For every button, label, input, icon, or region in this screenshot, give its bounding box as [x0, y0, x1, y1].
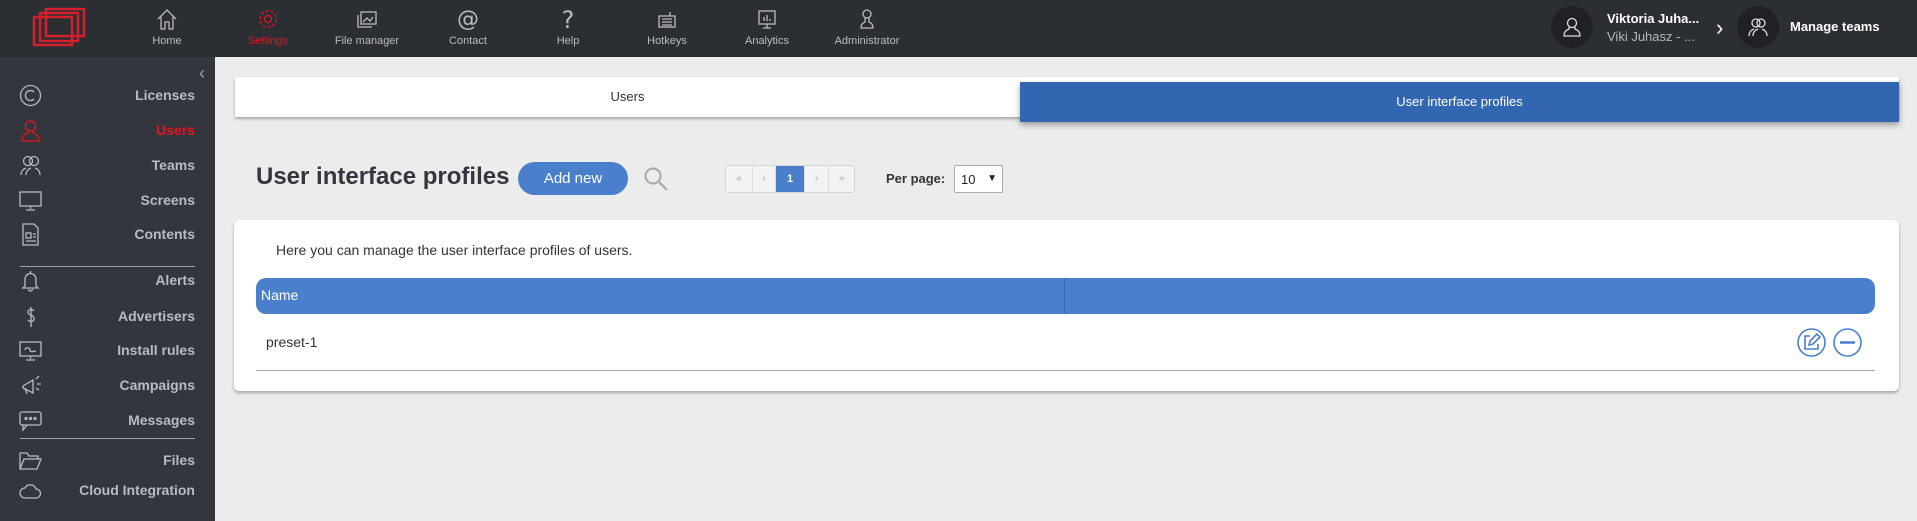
tab-user-interface-profiles[interactable]: User interface profiles [1020, 82, 1899, 122]
nav-settings[interactable]: Settings [223, 0, 313, 57]
description: Here you can manage the user interface p… [276, 242, 633, 258]
column-name[interactable]: Name [261, 287, 298, 303]
table-row-name: preset-1 [266, 334, 318, 350]
first-page-button[interactable]: « [726, 166, 753, 192]
svg-text:@: @ [457, 7, 479, 31]
row-divider [256, 370, 1875, 371]
folder-icon [19, 452, 42, 470]
prev-page-button[interactable]: ‹ [753, 166, 776, 192]
sidebar: ‹ Licenses Users Teams Screens Contents Alert… [0, 57, 215, 521]
edit-icon[interactable] [1797, 328, 1826, 357]
caret-down-icon: ▼ [987, 173, 997, 184]
sidebar-item-contents[interactable]: Contents [0, 219, 215, 249]
user-icon [21, 120, 40, 142]
sidebar-item-files[interactable]: Files [0, 445, 215, 475]
cloud-icon [19, 484, 42, 499]
document-icon [22, 223, 39, 246]
nav-contact[interactable]: @ Contact [423, 0, 513, 57]
svg-text:?: ? [562, 7, 575, 31]
nav-file-manager[interactable]: File manager [322, 0, 412, 57]
user-icon [1563, 17, 1581, 37]
pagination: « ‹ 1 › » [725, 165, 855, 193]
at-icon: @ [457, 7, 479, 31]
home-icon [157, 9, 177, 30]
top-bar: Home Settings File manager @ Contact ? Hel… [0, 0, 1917, 57]
sidebar-item-label: Advertisers [117, 308, 195, 324]
search-icon[interactable] [643, 166, 669, 192]
sidebar-item-label: Messages [128, 412, 195, 428]
sidebar-item-campaigns[interactable]: Campaigns [0, 370, 215, 400]
sidebar-item-label: Campaigns [119, 377, 195, 393]
dollar-icon [27, 307, 35, 327]
gear-icon [259, 10, 277, 28]
nav-home[interactable]: Home [122, 0, 212, 57]
sidebar-item-label: Cloud Integration [79, 482, 195, 498]
sidebar-item-label: Alerts [155, 272, 195, 288]
tab-users[interactable]: Users [235, 77, 1020, 117]
page-title: User interface profiles [256, 163, 510, 190]
sidebar-divider [20, 438, 195, 439]
images-icon [357, 11, 377, 28]
team-icon [20, 155, 41, 176]
page-1-button[interactable]: 1 [776, 166, 805, 192]
nav-administrator[interactable]: Administrator [822, 0, 912, 57]
megaphone-icon [22, 375, 41, 395]
sidebar-item-label: Screens [140, 192, 195, 208]
chevron-right-icon: › [1716, 15, 1724, 40]
keyboard-icon [658, 12, 676, 28]
team-icon [1748, 18, 1768, 37]
sidebar-item-label: Users [156, 122, 195, 138]
sidebar-item-label: Contents [134, 226, 195, 242]
sidebar-item-licenses[interactable]: Licenses [0, 80, 215, 110]
bell-icon [21, 271, 40, 292]
nav-analytics[interactable]: Analytics [722, 0, 812, 57]
sidebar-item-label: Teams [151, 157, 195, 173]
sidebar-item-messages[interactable]: Messages [0, 405, 215, 435]
column-divider [1064, 278, 1065, 314]
admin-icon [860, 9, 874, 29]
manage-teams-avatar[interactable] [1737, 6, 1779, 48]
profiles-card: Here you can manage the user interface p… [234, 220, 1899, 391]
sidebar-item-alerts[interactable]: Alerts [0, 265, 215, 295]
table-header: Name [256, 278, 1875, 314]
sidebar-item-label: Licenses [135, 87, 195, 103]
copyright-icon [19, 84, 42, 107]
add-new-button[interactable]: Add new [518, 162, 628, 195]
per-page-label: Per page: [886, 171, 946, 186]
per-page-value: 10 [961, 172, 976, 187]
sidebar-item-screens[interactable]: Screens [0, 185, 215, 215]
last-page-button[interactable]: » [829, 166, 854, 192]
remove-icon[interactable] [1833, 328, 1862, 357]
user-name[interactable]: Viktoria Juha... [1607, 11, 1699, 26]
question-icon: ? [562, 7, 575, 31]
sidebar-item-advertisers[interactable]: Advertisers [0, 301, 215, 331]
logo[interactable] [32, 7, 86, 47]
per-page-select[interactable]: 10 ▼ [954, 165, 1003, 193]
sidebar-item-label: Files [163, 452, 195, 468]
message-icon [19, 411, 42, 432]
sidebar-item-teams[interactable]: Teams [0, 150, 215, 180]
sidebar-divider [20, 266, 195, 267]
sidebar-item-label: Install rules [117, 342, 195, 358]
monitor-icon [19, 191, 42, 211]
nav-help[interactable]: ? Help [523, 0, 613, 57]
user-avatar[interactable] [1551, 6, 1593, 48]
manage-teams-link[interactable]: Manage teams [1790, 19, 1880, 34]
next-page-button[interactable]: › [805, 166, 829, 192]
install-rules-icon [19, 341, 42, 361]
analytics-icon [758, 10, 776, 29]
sidebar-item-users[interactable]: Users [0, 115, 215, 145]
sidebar-item-cloud-integration[interactable]: Cloud Integration [0, 475, 215, 505]
nav-hotkeys[interactable]: Hotkeys [622, 0, 712, 57]
sidebar-item-install-rules[interactable]: Install rules [0, 335, 215, 365]
user-subtitle: Viki Juhasz - ... [1607, 29, 1695, 44]
